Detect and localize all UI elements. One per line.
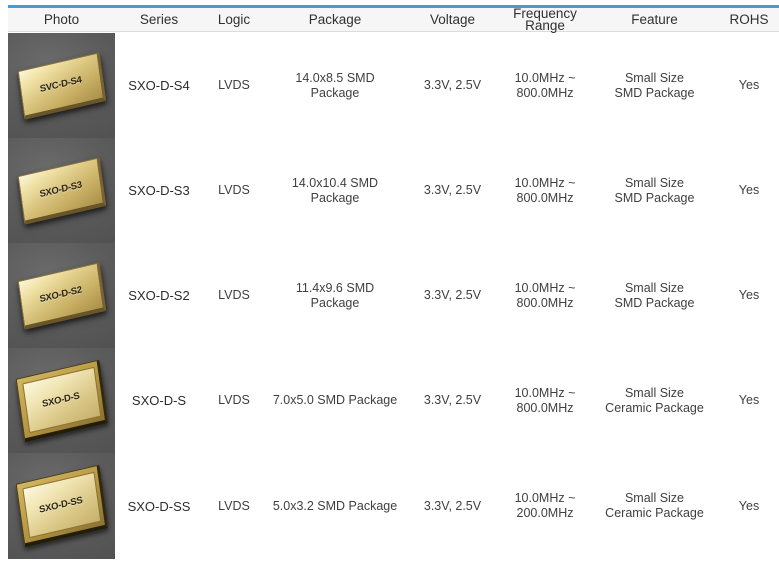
cell-logic: LVDS	[218, 78, 250, 92]
cell-voltage: 3.3V, 2.5V	[423, 498, 482, 513]
table-header-row: Photo Series Logic Package Voltage Frequ…	[8, 5, 779, 33]
column-header-photo: Photo	[43, 11, 80, 27]
cell-series: SXO-D-SS	[127, 498, 191, 514]
cell-rohs: Yes	[738, 393, 760, 407]
cell-package: 7.0x5.0 SMD Package	[272, 393, 398, 407]
cell-feature: Small Size SMD Package	[614, 175, 695, 205]
product-photo-cell[interactable]: SXO-D-S3	[8, 138, 115, 243]
cell-logic: LVDS	[218, 498, 250, 513]
table-row[interactable]: SXO-D-SS SXO-D-SS LVDS 5.0x3.2 SMD Package 3…	[8, 453, 779, 559]
cell-rohs: Yes	[738, 183, 760, 197]
cell-series: SXO-D-S3	[128, 183, 190, 198]
cell-frequency-range: 10.0MHz ~ 800.0MHz	[514, 385, 576, 415]
table-row[interactable]: SXO-D-S2 SXO-D-S2 LVDS 11.4x9.6 SMD Package…	[8, 243, 779, 348]
cell-feature: Small Size SMD Package	[614, 280, 695, 310]
table-body: SVC-D-S4 SXO-D-S4 LVDS 14.0x8.5 SMD Package…	[8, 33, 779, 564]
product-photo-cell[interactable]: SXO-D-S	[8, 348, 115, 453]
cell-frequency-range: 10.0MHz ~ 200.0MHz	[514, 491, 576, 520]
product-photo-cell[interactable]: SVC-D-S4	[8, 33, 115, 138]
table-row[interactable]: SXO-D-S3 SXO-D-S3 LVDS 14.0x10.4 SMD Packag…	[8, 138, 779, 243]
cell-logic: LVDS	[218, 288, 250, 302]
product-table-page: Photo Series Logic Package Voltage Frequ…	[0, 0, 779, 569]
column-header-package: Package	[308, 11, 362, 27]
package-marking: SVC-D-S4	[38, 73, 82, 95]
cell-frequency-range: 10.0MHz ~ 800.0MHz	[514, 70, 576, 100]
cell-package: 14.0x10.4 SMD Package	[291, 175, 379, 205]
cell-logic: LVDS	[218, 393, 250, 407]
column-header-logic: Logic	[217, 11, 251, 27]
cell-series: SXO-D-S2	[128, 288, 190, 303]
product-photo-cell[interactable]: SXO-D-SS	[8, 453, 115, 559]
cell-series: SXO-D-S4	[128, 78, 190, 93]
cell-package: 11.4x9.6 SMD Package	[295, 280, 375, 310]
cell-frequency-range: 10.0MHz ~ 800.0MHz	[514, 280, 576, 310]
column-header-series: Series	[139, 11, 179, 27]
cell-rohs: Yes	[738, 498, 760, 513]
cell-logic: LVDS	[218, 183, 250, 197]
column-header-frequency-range: Frequency Range	[513, 5, 577, 33]
package-marking: SXO-D-S3	[38, 178, 83, 200]
cell-voltage: 3.3V, 2.5V	[423, 393, 482, 407]
table-row[interactable]: SXO-D-S SXO-D-S LVDS 7.0x5.0 SMD Package 3.3…	[8, 348, 779, 453]
table-row[interactable]: SVC-D-S4 SXO-D-S4 LVDS 14.0x8.5 SMD Package…	[8, 33, 779, 138]
column-header-feature: Feature	[631, 11, 678, 27]
column-header-rohs: ROHS	[729, 11, 769, 27]
cell-series: SXO-D-S	[131, 393, 187, 408]
cell-rohs: Yes	[738, 288, 760, 302]
cell-feature: Small Size Ceramic Package	[605, 491, 704, 520]
cell-voltage: 3.3V, 2.5V	[423, 288, 482, 302]
cell-package: 5.0x3.2 SMD Package	[272, 498, 398, 513]
column-header-voltage: Voltage	[429, 11, 476, 27]
package-marking: SXO-D-S2	[38, 283, 83, 305]
cell-package: 14.0x8.5 SMD Package	[295, 70, 375, 100]
cell-rohs: Yes	[738, 78, 760, 92]
cell-voltage: 3.3V, 2.5V	[423, 183, 482, 197]
cell-feature: Small Size Ceramic Package	[605, 385, 704, 415]
product-photo-cell[interactable]: SXO-D-S2	[8, 243, 115, 348]
cell-voltage: 3.3V, 2.5V	[423, 78, 482, 92]
cell-frequency-range: 10.0MHz ~ 800.0MHz	[514, 175, 576, 205]
cell-feature: Small Size SMD Package	[614, 70, 695, 100]
